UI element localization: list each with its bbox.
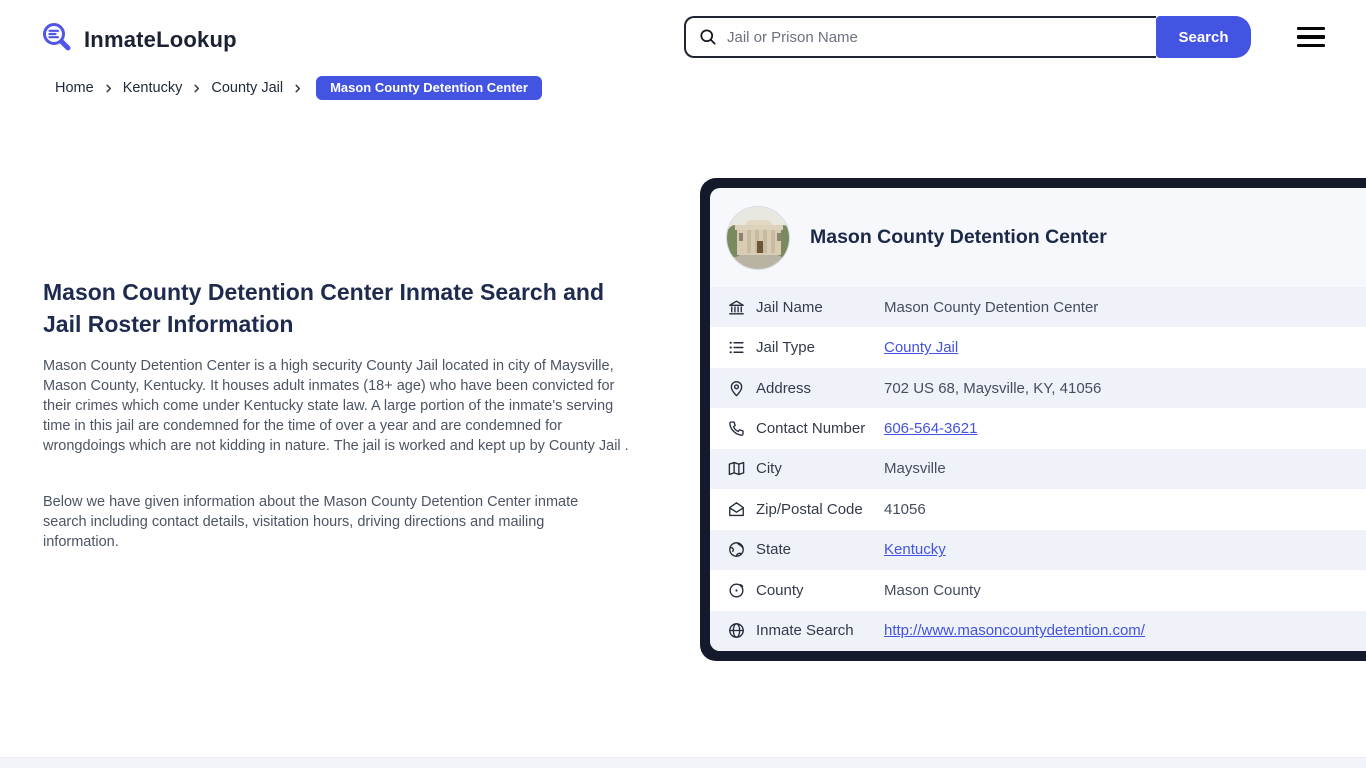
- facility-card-inner: Mason County Detention Center Jail Name …: [710, 188, 1366, 651]
- row-label: Jail Name: [756, 299, 884, 316]
- phone-icon: [727, 419, 746, 438]
- table-row: County Mason County: [710, 570, 1366, 610]
- facility-title: Mason County Detention Center: [810, 226, 1107, 249]
- map-pin-icon: [727, 379, 746, 398]
- row-value-link[interactable]: Kentucky: [884, 541, 946, 558]
- table-row: Inmate Search http://www.masoncountydete…: [710, 611, 1366, 651]
- facility-photo: [726, 206, 790, 270]
- info-table: Jail Name Mason County Detention Center …: [710, 287, 1366, 651]
- chevron-right-icon: [103, 83, 114, 94]
- search-input-box[interactable]: [684, 16, 1156, 58]
- row-value: 702 US 68, Maysville, KY, 41056: [884, 380, 1101, 397]
- row-label: Contact Number: [756, 420, 884, 437]
- site-logo-text: InmateLookup: [84, 27, 237, 53]
- row-value-link[interactable]: http://www.masoncountydetention.com/: [884, 622, 1145, 639]
- table-row: State Kentucky: [710, 530, 1366, 570]
- county-icon: [727, 581, 746, 600]
- row-value: Mason County Detention Center: [884, 299, 1098, 316]
- bank-icon: [727, 298, 746, 317]
- inmatelookup-logo-icon: [40, 20, 74, 59]
- map-icon: [727, 459, 746, 478]
- row-label: Jail Type: [756, 339, 884, 356]
- search-button[interactable]: Search: [1156, 16, 1251, 58]
- mail-open-icon: [727, 500, 746, 519]
- table-row: City Maysville: [710, 449, 1366, 489]
- search-icon: [698, 27, 718, 47]
- list-icon: [727, 338, 746, 357]
- row-label: City: [756, 460, 884, 477]
- row-label: Inmate Search: [756, 622, 884, 639]
- table-row: Zip/Postal Code 41056: [710, 489, 1366, 529]
- row-label: County: [756, 582, 884, 599]
- row-label: Zip/Postal Code: [756, 501, 884, 518]
- chevron-right-icon: [191, 83, 202, 94]
- menu-hamburger-icon[interactable]: [1297, 27, 1325, 47]
- facility-card-header: Mason County Detention Center: [710, 188, 1366, 287]
- breadcrumb-county-jail[interactable]: County Jail: [211, 80, 283, 96]
- row-value: 41056: [884, 501, 926, 518]
- row-value-link[interactable]: 606-564-3621: [884, 420, 977, 437]
- footer-strip: [0, 757, 1366, 768]
- breadcrumb-home[interactable]: Home: [55, 80, 94, 96]
- table-row: Contact Number 606-564-3621: [710, 408, 1366, 448]
- breadcrumb-current-badge: Mason County Detention Center: [316, 76, 542, 100]
- breadcrumb-kentucky[interactable]: Kentucky: [123, 80, 183, 96]
- chevron-right-icon: [292, 83, 303, 94]
- search-input[interactable]: [718, 18, 1156, 56]
- globe-icon: [727, 540, 746, 559]
- row-label: Address: [756, 380, 884, 397]
- table-row: Jail Type County Jail: [710, 327, 1366, 367]
- site-logo[interactable]: InmateLookup: [40, 20, 237, 59]
- row-value-link[interactable]: County Jail: [884, 339, 958, 356]
- row-value: Maysville: [884, 460, 946, 477]
- facility-card: Mason County Detention Center Jail Name …: [700, 178, 1366, 661]
- search-bar: Search: [684, 16, 1251, 58]
- intro-paragraph: Mason County Detention Center is a high …: [43, 356, 643, 456]
- globe-grid-icon: [727, 621, 746, 640]
- row-value: Mason County: [884, 582, 981, 599]
- table-row: Address 702 US 68, Maysville, KY, 41056: [710, 368, 1366, 408]
- breadcrumb: Home Kentucky County Jail Mason County D…: [55, 76, 542, 100]
- table-row: Jail Name Mason County Detention Center: [710, 287, 1366, 327]
- page-title: Mason County Detention Center Inmate Sea…: [43, 276, 613, 340]
- info-paragraph: Below we have given information about th…: [43, 492, 603, 552]
- row-label: State: [756, 541, 884, 558]
